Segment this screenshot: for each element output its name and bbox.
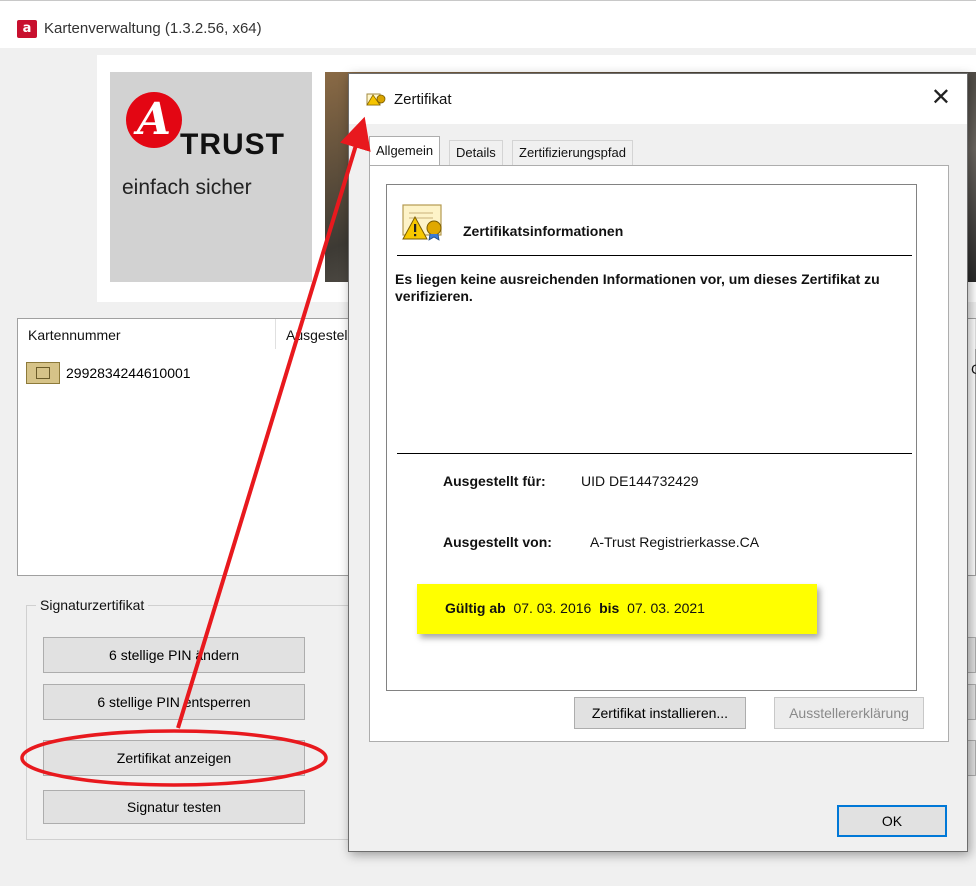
- a-trust-logo-word: TRUST: [180, 128, 285, 161]
- tab-pane-allgemein: Zertifikatsinformationen Es liegen keine…: [369, 165, 949, 742]
- valid-to-date: 07. 03. 2021: [627, 600, 705, 616]
- a-trust-logo-mark: A: [126, 92, 182, 148]
- certificate-icon: [366, 93, 386, 106]
- validity-highlight: Gültig ab 07. 03. 2016 bis 07. 03. 2021: [417, 584, 817, 634]
- valid-from-label: Gültig ab: [445, 600, 506, 616]
- dialog-title: Zertifikat: [394, 91, 452, 108]
- certificate-info-box: Zertifikatsinformationen Es liegen keine…: [386, 184, 917, 691]
- tab-details[interactable]: Details: [449, 140, 503, 165]
- certificate-warning-icon: [402, 204, 442, 241]
- valid-to-label: bis: [599, 600, 620, 616]
- ok-button[interactable]: OK: [837, 805, 947, 837]
- smart-card-chip-icon: [26, 362, 60, 384]
- divider: [397, 255, 912, 256]
- close-icon[interactable]: ✕: [931, 83, 951, 112]
- issued-by-label: Ausgestellt von:: [443, 534, 552, 550]
- tab-zertifizierungspfad[interactable]: Zertifizierungspfad: [512, 140, 633, 165]
- main-window-title: Kartenverwaltung (1.3.2.56, x64): [44, 20, 262, 37]
- valid-from-date: 07. 03. 2016: [513, 600, 592, 616]
- issued-by-value: A-Trust Registrierkasse.CA: [590, 534, 760, 550]
- unblock-pin-button[interactable]: 6 stellige PIN entsperren: [43, 684, 305, 720]
- table-row[interactable]: 2992834244610001: [26, 361, 191, 385]
- test-signature-button[interactable]: Signatur testen: [43, 790, 305, 824]
- issued-to-value: UID DE144732429: [581, 473, 699, 489]
- card-row-trailing-text: CO: [971, 361, 976, 377]
- card-number: 2992834244610001: [66, 365, 191, 381]
- dialog-titlebar: Zertifikat ✕: [349, 74, 967, 124]
- change-pin-button[interactable]: 6 stellige PIN ändern: [43, 637, 305, 673]
- certificate-dialog: Zertifikat ✕ Details Zertifizierungspfad…: [348, 73, 968, 852]
- a-trust-logo: A TRUST einfach sicher: [110, 72, 312, 282]
- certificate-info-title: Zertifikatsinformationen: [463, 223, 624, 239]
- main-titlebar: a Kartenverwaltung (1.3.2.56, x64): [0, 0, 976, 48]
- a-trust-tagline: einfach sicher: [122, 176, 252, 199]
- verification-warning: Es liegen keine ausreichenden Informatio…: [395, 271, 880, 304]
- tab-allgemein[interactable]: Allgemein: [369, 136, 441, 167]
- divider: [397, 453, 912, 454]
- signature-certificate-group-label: Signaturzertifikat: [36, 597, 149, 613]
- install-certificate-button[interactable]: Zertifikat installieren...: [574, 697, 746, 729]
- app-logo-icon: a: [17, 20, 37, 38]
- issuer-statement-button: Ausstellererklärung: [774, 697, 924, 729]
- show-certificate-button[interactable]: Zertifikat anzeigen: [43, 740, 305, 776]
- issued-to-label: Ausgestellt für:: [443, 473, 546, 489]
- column-header-kartennummer[interactable]: Kartennummer: [18, 319, 276, 349]
